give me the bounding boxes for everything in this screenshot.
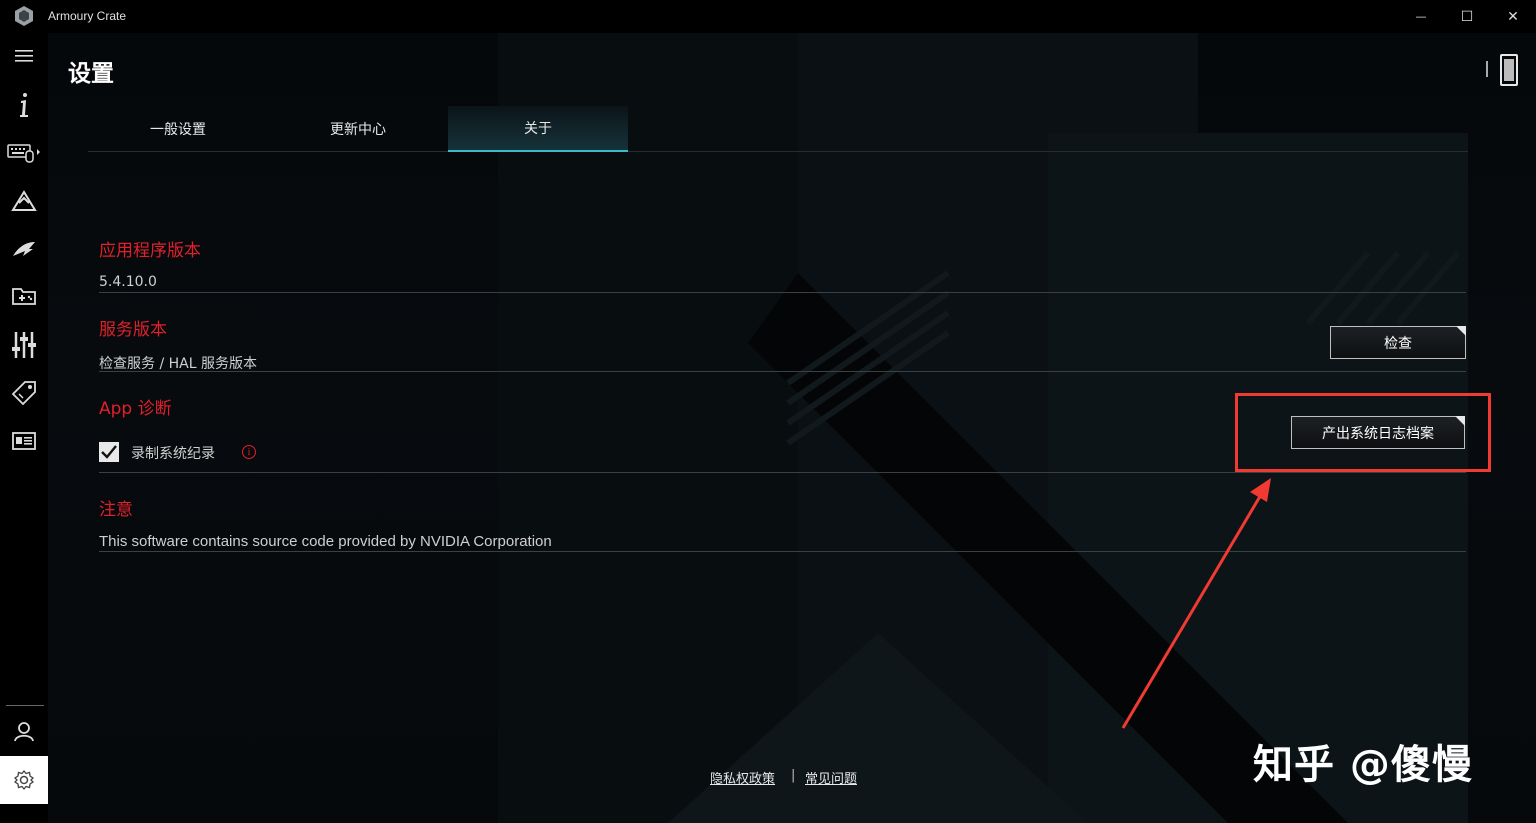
footer-separator: | xyxy=(791,768,796,783)
privacy-policy-link[interactable]: 隐私权政策 xyxy=(710,768,775,787)
watermark: 知乎 @傻慢 xyxy=(1253,742,1473,788)
faq-link[interactable]: 常见问题 xyxy=(805,768,857,787)
annotation-arrow xyxy=(1121,478,1271,729)
